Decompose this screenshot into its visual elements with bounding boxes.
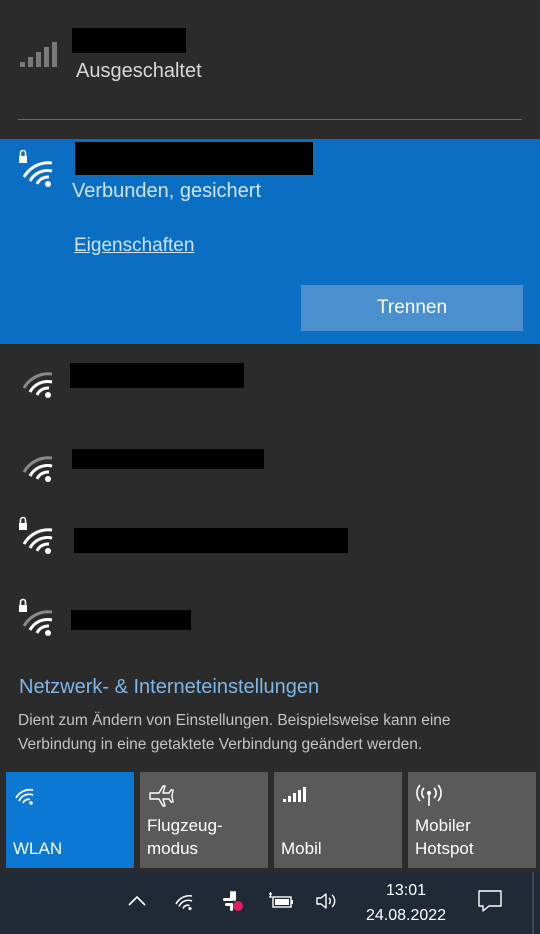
- properties-link[interactable]: Eigenschaften: [74, 235, 194, 257]
- tile-label: WLAN: [13, 839, 63, 858]
- redacted-network-name: [71, 610, 191, 630]
- chevron-up-icon: [128, 894, 146, 912]
- network-flyout: Ausgeschaltet Verbunden, gesichert Eigen…: [0, 0, 540, 872]
- secured-wifi-icon: [18, 598, 58, 643]
- volume-tray-button[interactable]: [312, 872, 342, 934]
- tile-label: Mobil: [281, 839, 322, 858]
- network-tray-button[interactable]: [170, 872, 200, 934]
- speaker-icon: [315, 891, 339, 916]
- connection-status: Verbunden, gesichert: [72, 180, 262, 202]
- notification-icon: [477, 889, 503, 918]
- cellular-signal-icon: [20, 40, 58, 73]
- clock[interactable]: 13:01 24.08.2022: [350, 878, 462, 928]
- redacted-network-name: [72, 28, 186, 53]
- network-settings-link[interactable]: Netzwerk- & Interneteinstellungen: [19, 676, 319, 699]
- show-desktop-edge[interactable]: [532, 872, 534, 934]
- show-hidden-icons-button[interactable]: [122, 872, 152, 934]
- redacted-network-name: [75, 142, 313, 175]
- wifi-icon: [14, 784, 38, 811]
- wifi-icon: [174, 891, 196, 916]
- action-center-button[interactable]: [474, 872, 506, 934]
- settings-description: Dient zum Ändern von Einstellungen. Beis…: [18, 712, 451, 753]
- cellular-signal-icon: [282, 784, 308, 809]
- cellular-network-item[interactable]: Ausgeschaltet: [0, 0, 540, 120]
- secured-wifi-network-item[interactable]: [0, 510, 540, 590]
- airplane-icon: [148, 784, 174, 813]
- secured-wifi-network-item[interactable]: [0, 592, 540, 672]
- redacted-network-name: [74, 528, 348, 553]
- battery-charging-icon: [268, 891, 294, 915]
- clock-date: 24.08.2022: [365, 907, 447, 924]
- wifi-network-item[interactable]: [0, 346, 540, 426]
- redacted-network-name: [70, 363, 244, 388]
- slack-icon: [221, 889, 245, 918]
- wifi-icon: [18, 444, 58, 489]
- hotspot-icon: [416, 784, 442, 813]
- airplane-mode-tile[interactable]: Flugzeug- modus: [140, 772, 268, 868]
- redacted-network-name: [72, 449, 264, 469]
- divider: [18, 119, 522, 120]
- wifi-icon: [18, 360, 58, 405]
- secured-wifi-icon: [18, 149, 58, 194]
- slack-tray-button[interactable]: [218, 872, 248, 934]
- battery-tray-button[interactable]: [266, 872, 296, 934]
- connected-network-item[interactable]: Verbunden, gesichert Eigenschaften Trenn…: [0, 139, 540, 344]
- cellular-status: Ausgeschaltet: [76, 60, 202, 82]
- clock-time: 13:01: [385, 882, 427, 899]
- secured-wifi-icon: [18, 516, 58, 561]
- taskbar: 13:01 24.08.2022: [0, 872, 540, 934]
- wifi-network-item[interactable]: [0, 430, 540, 510]
- tile-label: Flugzeug- modus: [147, 816, 223, 858]
- disconnect-button[interactable]: Trennen: [301, 285, 523, 331]
- wifi-toggle-tile[interactable]: WLAN: [6, 772, 134, 868]
- tile-label: Mobiler Hotspot: [415, 816, 474, 858]
- mobile-hotspot-tile[interactable]: Mobiler Hotspot: [408, 772, 536, 868]
- mobile-data-tile[interactable]: Mobil: [274, 772, 402, 868]
